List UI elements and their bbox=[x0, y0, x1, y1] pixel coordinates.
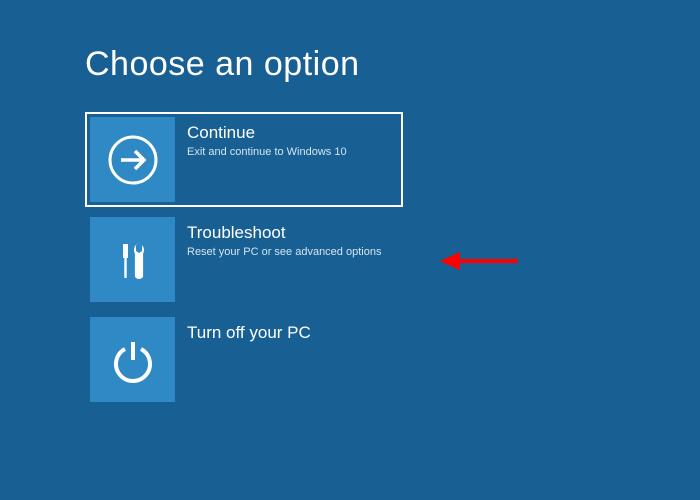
option-desc: Exit and continue to Windows 10 bbox=[187, 145, 398, 159]
option-text: Turn off your PC bbox=[175, 317, 398, 345]
option-title: Continue bbox=[187, 123, 398, 143]
option-desc: Reset your PC or see advanced options bbox=[187, 245, 398, 259]
option-title: Troubleshoot bbox=[187, 223, 398, 243]
option-title: Turn off your PC bbox=[187, 323, 398, 343]
tools-icon bbox=[90, 217, 175, 302]
option-text: Continue Exit and continue to Windows 10 bbox=[175, 117, 398, 159]
page-title: Choose an option bbox=[85, 45, 700, 84]
troubleshoot-option[interactable]: Troubleshoot Reset your PC or see advanc… bbox=[85, 212, 403, 307]
power-icon bbox=[90, 317, 175, 402]
recovery-menu: Choose an option Continue Exit and conti… bbox=[0, 0, 700, 407]
arrow-right-icon bbox=[90, 117, 175, 202]
option-text: Troubleshoot Reset your PC or see advanc… bbox=[175, 217, 398, 259]
turn-off-option[interactable]: Turn off your PC bbox=[85, 312, 403, 407]
continue-option[interactable]: Continue Exit and continue to Windows 10 bbox=[85, 112, 403, 207]
